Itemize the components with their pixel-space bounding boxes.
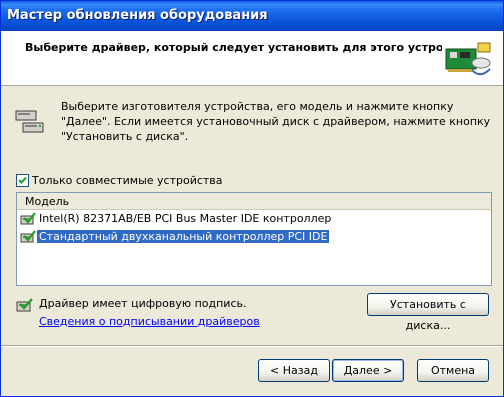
model-column-header-label: Модель bbox=[25, 195, 70, 208]
cancel-button[interactable]: Отмена bbox=[417, 359, 489, 382]
list-item-label: Intel(R) 82371AB/EB PCI Bus Master IDE к… bbox=[39, 212, 332, 225]
signed-driver-icon bbox=[20, 212, 36, 225]
model-column-header[interactable]: Модель bbox=[17, 193, 491, 210]
title-bar[interactable]: Мастер обновления оборудования bbox=[1, 1, 503, 31]
list-item[interactable]: Intel(R) 82371AB/EB PCI Bus Master IDE к… bbox=[17, 211, 491, 228]
have-disk-button[interactable]: Установить с диска... bbox=[367, 293, 489, 332]
window-title: Мастер обновления оборудования bbox=[7, 8, 268, 23]
devices-icon bbox=[15, 110, 44, 133]
hardware-card-icon bbox=[442, 39, 492, 79]
digital-signature-status: Драйвер имеет цифровую подпись. bbox=[39, 297, 247, 310]
driver-signing-info-link[interactable]: Сведения о подписывании драйверов bbox=[39, 315, 260, 328]
wizard-header: Выберите драйвер, который следует устано… bbox=[1, 31, 503, 86]
signed-driver-icon bbox=[20, 230, 36, 243]
header-title: Выберите драйвер, который следует устано… bbox=[25, 41, 483, 54]
hardware-update-wizard-window: Мастер обновления оборудования Выберите … bbox=[0, 0, 504, 397]
back-button[interactable]: < Назад bbox=[258, 359, 330, 382]
signed-driver-icon bbox=[16, 298, 33, 312]
compatible-only-checkbox[interactable] bbox=[16, 174, 29, 187]
list-item[interactable]: Стандартный двухканальный контроллер PCI… bbox=[17, 229, 491, 246]
model-listbox[interactable]: Модель Intel(R) 82371AB/EB PCI Bus Maste… bbox=[16, 192, 492, 286]
checkmark-icon bbox=[18, 176, 27, 184]
instructions-text: Выберите изготовителя устройства, его мо… bbox=[61, 100, 491, 143]
list-item-label: Стандартный двухканальный контроллер PCI… bbox=[37, 230, 330, 243]
footer-divider bbox=[1, 345, 503, 347]
compatible-only-label: Только совместимые устройства bbox=[32, 174, 223, 187]
next-button[interactable]: Далее > bbox=[332, 359, 404, 382]
